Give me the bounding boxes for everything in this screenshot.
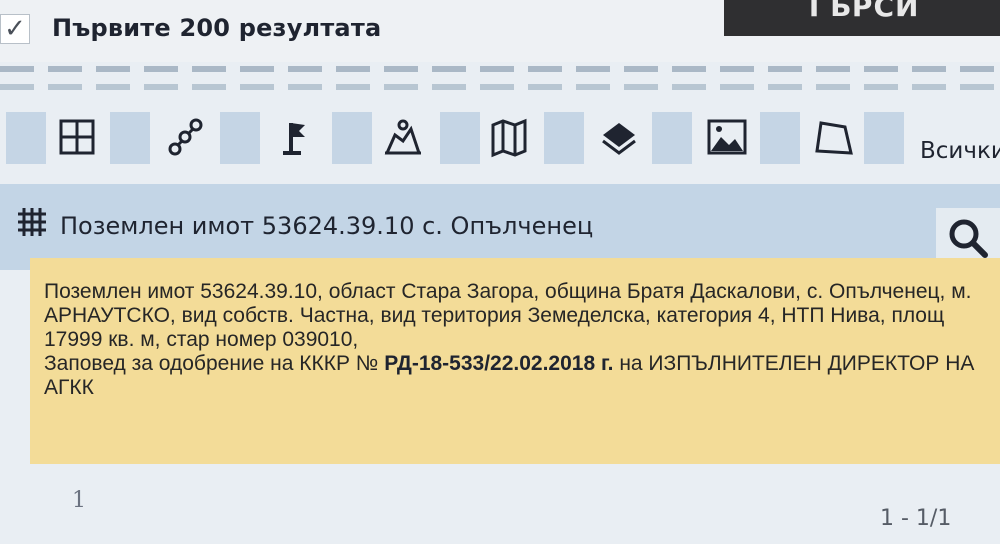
approval-order-label: Заповед за одобрение на КККР № [44, 352, 379, 375]
first-200-checkbox[interactable]: ✓ [0, 14, 30, 44]
page-link-1[interactable]: 1 [72, 488, 86, 513]
building-icon[interactable] [378, 114, 428, 160]
all-types-label[interactable]: Всички [920, 138, 1000, 164]
polygon-icon[interactable] [808, 114, 858, 160]
object-type-toolbar [0, 108, 1000, 170]
image-icon[interactable] [702, 114, 752, 160]
toggle-square[interactable] [652, 112, 692, 164]
toggle-square[interactable] [864, 112, 904, 164]
map-icon[interactable] [484, 114, 534, 160]
toggle-square[interactable] [220, 112, 260, 164]
search-button[interactable]: ТЪРСИ [724, 0, 1000, 36]
divider [0, 84, 1000, 90]
divider [0, 66, 1000, 72]
cadastral-grid-icon [14, 204, 50, 240]
pagination-bar [0, 470, 1000, 544]
property-description: Поземлен имот 53624.39.10, област Стара … [44, 280, 972, 351]
toggle-square[interactable] [440, 112, 480, 164]
toggle-square[interactable] [6, 112, 46, 164]
layers-icon[interactable] [594, 114, 644, 160]
result-title[interactable]: Поземлен имот 53624.39.10 с. Опълченец [60, 212, 593, 240]
result-details: Поземлен имот 53624.39.10, област Стара … [30, 258, 1000, 464]
search-icon [949, 219, 988, 258]
first-200-label: Първите 200 резултата [52, 14, 382, 42]
toggle-square[interactable] [110, 112, 150, 164]
result-details-text: Поземлен имот 53624.39.10, област Стара … [44, 280, 994, 400]
toggle-square[interactable] [760, 112, 800, 164]
route-icon[interactable] [160, 114, 210, 160]
order-number: РД-18-533/22.02.2018 г. [384, 352, 614, 375]
result-count: 1 - 1/1 [880, 506, 952, 531]
flag-icon[interactable] [270, 114, 320, 160]
toggle-square[interactable] [544, 112, 584, 164]
toggle-square[interactable] [332, 112, 372, 164]
grid-icon[interactable] [52, 114, 102, 160]
